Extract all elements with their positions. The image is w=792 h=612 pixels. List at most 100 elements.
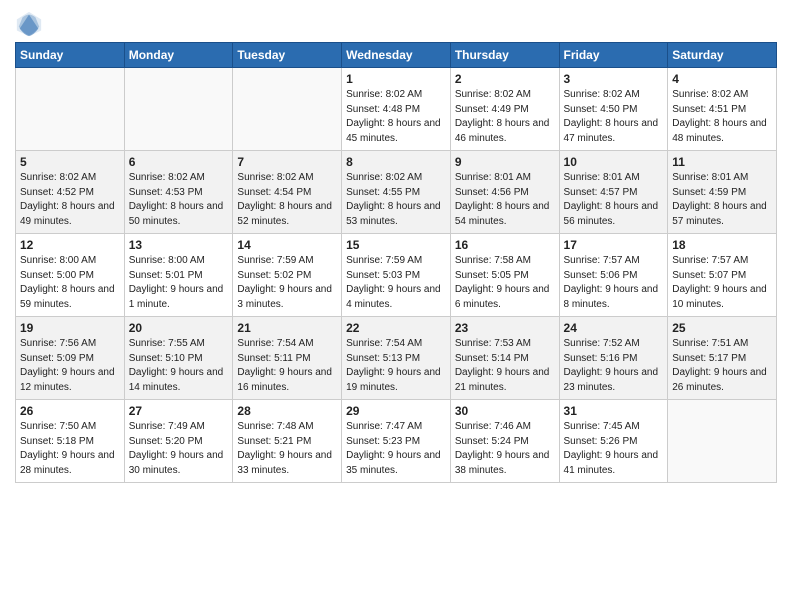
day-info: Sunrise: 8:02 AM Sunset: 4:54 PM Dayligh… [237,171,337,229]
weekday-header-row: SundayMondayTuesdayWednesdayThursdayFrid… [16,43,777,68]
day-number: 26 [20,404,120,418]
day-info: Sunrise: 7:54 AM Sunset: 5:13 PM Dayligh… [346,337,446,395]
day-cell: 17 Sunrise: 7:57 AM Sunset: 5:06 PM Dayli… [559,234,668,317]
day-info: Sunrise: 7:57 AM Sunset: 5:07 PM Dayligh… [672,254,772,312]
week-row: 19 Sunrise: 7:56 AM Sunset: 5:09 PM Dayli… [16,317,777,400]
day-number: 29 [346,404,446,418]
logo-icon [15,10,43,38]
day-number: 22 [346,321,446,335]
day-info: Sunrise: 8:02 AM Sunset: 4:49 PM Dayligh… [455,88,555,146]
day-info: Sunrise: 8:01 AM Sunset: 4:59 PM Dayligh… [672,171,772,229]
day-number: 6 [129,155,229,169]
day-cell [124,68,233,151]
day-cell [16,68,125,151]
day-cell: 24 Sunrise: 7:52 AM Sunset: 5:16 PM Dayli… [559,317,668,400]
week-row: 12Sunrise: 8:00 AM Sunset: 5:00 PM Dayli… [16,234,777,317]
day-number: 8 [346,155,446,169]
day-cell: 30 Sunrise: 7:46 AM Sunset: 5:24 PM Dayli… [450,400,559,483]
day-cell: 12Sunrise: 8:00 AM Sunset: 5:00 PM Dayli… [16,234,125,317]
calendar: SundayMondayTuesdayWednesdayThursdayFrid… [15,42,777,483]
day-cell: 2Sunrise: 8:02 AM Sunset: 4:49 PM Daylig… [450,68,559,151]
day-cell: 4Sunrise: 8:02 AM Sunset: 4:51 PM Daylig… [668,68,777,151]
day-cell: 27 Sunrise: 7:49 AM Sunset: 5:20 PM Dayli… [124,400,233,483]
day-cell: 29Sunrise: 7:47 AM Sunset: 5:23 PM Dayli… [342,400,451,483]
day-info: Sunrise: 7:50 AM Sunset: 5:18 PM Dayligh… [20,420,120,478]
day-cell [668,400,777,483]
day-cell: 28 Sunrise: 7:48 AM Sunset: 5:21 PM Dayli… [233,400,342,483]
day-info: Sunrise: 8:02 AM Sunset: 4:55 PM Dayligh… [346,171,446,229]
day-info: Sunrise: 8:01 AM Sunset: 4:56 PM Dayligh… [455,171,555,229]
day-info: Sunrise: 7:56 AM Sunset: 5:09 PM Dayligh… [20,337,120,395]
day-number: 14 [237,238,337,252]
day-number: 27 [129,404,229,418]
day-number: 3 [564,72,664,86]
day-cell: 22 Sunrise: 7:54 AM Sunset: 5:13 PM Dayli… [342,317,451,400]
day-info: Sunrise: 8:02 AM Sunset: 4:50 PM Dayligh… [564,88,664,146]
day-cell: 3 Sunrise: 8:02 AM Sunset: 4:50 PM Daylig… [559,68,668,151]
day-cell: 19 Sunrise: 7:56 AM Sunset: 5:09 PM Dayli… [16,317,125,400]
day-cell: 9 Sunrise: 8:01 AM Sunset: 4:56 PM Daylig… [450,151,559,234]
day-number: 28 [237,404,337,418]
day-info: Sunrise: 7:59 AM Sunset: 5:03 PM Dayligh… [346,254,446,312]
day-number: 4 [672,72,772,86]
week-row: 5Sunrise: 8:02 AM Sunset: 4:52 PM Daylig… [16,151,777,234]
day-cell: 7 Sunrise: 8:02 AM Sunset: 4:54 PM Daylig… [233,151,342,234]
day-number: 31 [564,404,664,418]
day-info: Sunrise: 7:58 AM Sunset: 5:05 PM Dayligh… [455,254,555,312]
day-cell: 21 Sunrise: 7:54 AM Sunset: 5:11 PM Dayli… [233,317,342,400]
day-info: Sunrise: 7:59 AM Sunset: 5:02 PM Dayligh… [237,254,337,312]
day-cell: 26 Sunrise: 7:50 AM Sunset: 5:18 PM Dayli… [16,400,125,483]
day-number: 20 [129,321,229,335]
day-number: 25 [672,321,772,335]
day-cell: 10Sunrise: 8:01 AM Sunset: 4:57 PM Dayli… [559,151,668,234]
day-number: 30 [455,404,555,418]
day-cell [233,68,342,151]
day-number: 7 [237,155,337,169]
day-info: Sunrise: 7:48 AM Sunset: 5:21 PM Dayligh… [237,420,337,478]
week-row: 26 Sunrise: 7:50 AM Sunset: 5:18 PM Dayli… [16,400,777,483]
day-cell: 8 Sunrise: 8:02 AM Sunset: 4:55 PM Daylig… [342,151,451,234]
day-info: Sunrise: 8:02 AM Sunset: 4:48 PM Dayligh… [346,88,446,146]
day-number: 13 [129,238,229,252]
day-cell: 23Sunrise: 7:53 AM Sunset: 5:14 PM Dayli… [450,317,559,400]
day-info: Sunrise: 7:57 AM Sunset: 5:06 PM Dayligh… [564,254,664,312]
day-info: Sunrise: 7:52 AM Sunset: 5:16 PM Dayligh… [564,337,664,395]
day-cell: 13 Sunrise: 8:00 AM Sunset: 5:01 PM Dayli… [124,234,233,317]
weekday-header: Saturday [668,43,777,68]
weekday-header: Sunday [16,43,125,68]
day-cell: 25 Sunrise: 7:51 AM Sunset: 5:17 PM Dayli… [668,317,777,400]
day-number: 11 [672,155,772,169]
day-cell: 6Sunrise: 8:02 AM Sunset: 4:53 PM Daylig… [124,151,233,234]
day-info: Sunrise: 8:00 AM Sunset: 5:00 PM Dayligh… [20,254,120,312]
day-cell: 5Sunrise: 8:02 AM Sunset: 4:52 PM Daylig… [16,151,125,234]
day-cell: 14 Sunrise: 7:59 AM Sunset: 5:02 PM Dayli… [233,234,342,317]
day-cell: 18 Sunrise: 7:57 AM Sunset: 5:07 PM Dayli… [668,234,777,317]
weekday-header: Wednesday [342,43,451,68]
day-number: 24 [564,321,664,335]
day-info: Sunrise: 7:55 AM Sunset: 5:10 PM Dayligh… [129,337,229,395]
day-info: Sunrise: 7:46 AM Sunset: 5:24 PM Dayligh… [455,420,555,478]
day-number: 9 [455,155,555,169]
day-number: 17 [564,238,664,252]
day-number: 10 [564,155,664,169]
day-info: Sunrise: 8:00 AM Sunset: 5:01 PM Dayligh… [129,254,229,312]
day-cell: 20 Sunrise: 7:55 AM Sunset: 5:10 PM Dayli… [124,317,233,400]
logo [15,10,47,38]
weekday-header: Friday [559,43,668,68]
day-number: 19 [20,321,120,335]
day-number: 18 [672,238,772,252]
day-number: 1 [346,72,446,86]
day-cell: 31Sunrise: 7:45 AM Sunset: 5:26 PM Dayli… [559,400,668,483]
day-number: 21 [237,321,337,335]
weekday-header: Thursday [450,43,559,68]
day-number: 15 [346,238,446,252]
week-row: 1 Sunrise: 8:02 AM Sunset: 4:48 PM Daylig… [16,68,777,151]
weekday-header: Tuesday [233,43,342,68]
header [15,10,777,38]
day-info: Sunrise: 7:54 AM Sunset: 5:11 PM Dayligh… [237,337,337,395]
weekday-header: Monday [124,43,233,68]
day-info: Sunrise: 7:51 AM Sunset: 5:17 PM Dayligh… [672,337,772,395]
day-info: Sunrise: 7:49 AM Sunset: 5:20 PM Dayligh… [129,420,229,478]
day-number: 16 [455,238,555,252]
day-info: Sunrise: 8:02 AM Sunset: 4:52 PM Dayligh… [20,171,120,229]
